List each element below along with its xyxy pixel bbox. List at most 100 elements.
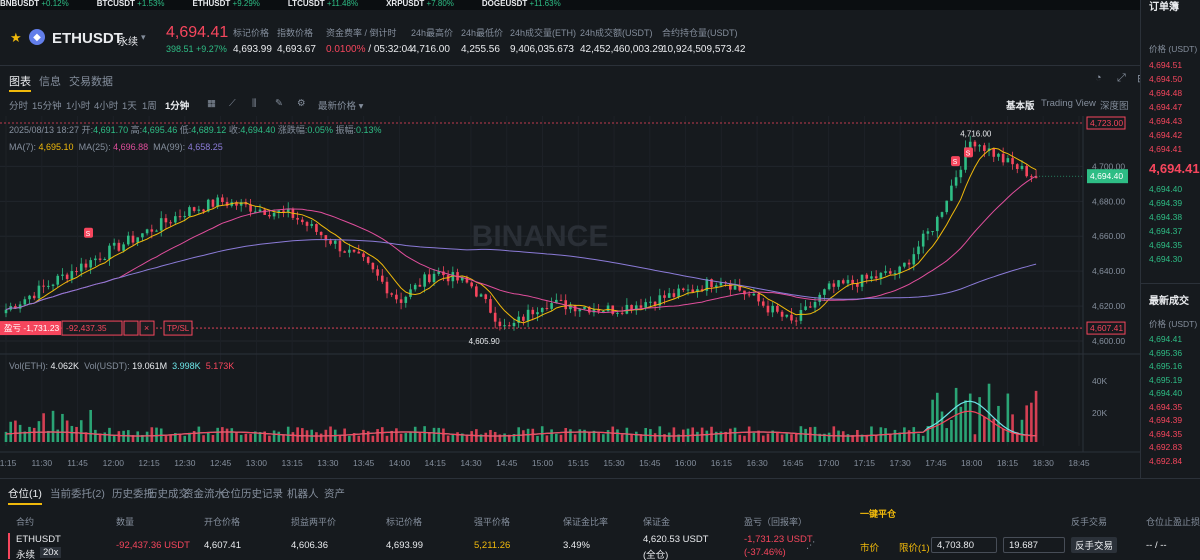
pos-tpsl[interactable]: -- / --: [1146, 540, 1167, 551]
volume-bar: [597, 433, 600, 442]
favorite-star-icon[interactable]: ★: [10, 30, 22, 46]
ask-price[interactable]: 4,694.42: [1149, 130, 1182, 140]
candle-body: [70, 271, 74, 279]
view-depth[interactable]: 深度图: [1100, 98, 1129, 112]
column-header: 保证金: [643, 517, 671, 527]
time-tick: 12:00: [103, 458, 125, 468]
candle-body: [489, 299, 492, 313]
sell-marker-label: S: [86, 231, 91, 238]
volume-bar: [282, 435, 285, 442]
ask-price[interactable]: 4,694.48: [1149, 88, 1182, 98]
limit-price-input[interactable]: 4,703.80: [931, 537, 997, 553]
ticker-item[interactable]: BTCUSDT +1.53%: [97, 0, 179, 8]
ticker-item[interactable]: BNBUSDT +0.12%: [0, 0, 83, 8]
indicator-icon[interactable]: ⟋: [229, 98, 236, 109]
interval-1m[interactable]: 1分钟: [165, 98, 189, 112]
draw-icon[interactable]: ✎: [275, 98, 283, 109]
close-icon-glyph: ×: [144, 323, 149, 333]
ticker-item[interactable]: DOGEUSDT +11.63%: [482, 0, 575, 8]
candle-body: [65, 274, 69, 279]
ticker-item[interactable]: LTCUSDT +11.48%: [288, 0, 372, 8]
fullscreen-icon[interactable]: ⤢: [1117, 72, 1129, 84]
candle-body: [531, 309, 535, 315]
bottom-tab[interactable]: 机器人: [287, 486, 319, 501]
limit-qty-input[interactable]: 19.687: [1003, 537, 1065, 553]
tab-info[interactable]: 信息: [39, 73, 61, 89]
bottom-tab[interactable]: 资金流水: [183, 486, 225, 501]
column-header: 损益两平价: [291, 517, 337, 527]
pos-margin-mode: (全仓): [643, 550, 669, 560]
candle-type-icon[interactable]: ⫼: [252, 98, 256, 109]
bottom-tab[interactable]: 资产: [324, 486, 345, 501]
settings-icon[interactable]: ⚙: [297, 98, 306, 109]
interval-15m[interactable]: 15分钟: [32, 98, 62, 112]
time-tick: 15:45: [639, 458, 661, 468]
candle-body: [625, 304, 629, 314]
candle-body: [870, 276, 873, 279]
volume-bar: [1034, 390, 1038, 442]
pos-symbol[interactable]: ETHUSDT: [16, 534, 61, 545]
kline-svg[interactable]: 4,600.00 4,620.00 4,640.00 4,660.00 4,680.00…: [0, 116, 1140, 468]
interval-1h[interactable]: 1小时: [66, 98, 90, 112]
bell-icon[interactable]: ◔: [1095, 72, 1107, 84]
ask-price[interactable]: 4,694.47: [1149, 102, 1182, 112]
volume-bar: [870, 426, 873, 442]
bid-price[interactable]: 4,694.37: [1149, 226, 1182, 236]
volume-bar: [841, 431, 845, 442]
symbol-name[interactable]: ETHUSDT: [52, 30, 123, 47]
bid-price[interactable]: 4,694.40: [1149, 184, 1182, 194]
time-tick: 18:15: [997, 458, 1019, 468]
candle-body: [545, 307, 549, 309]
ticker-item[interactable]: ETHUSDT +9.29%: [193, 0, 274, 8]
ask-price[interactable]: 4,694.50: [1149, 74, 1182, 84]
volume-bar: [155, 427, 158, 442]
volume-bar: [983, 416, 986, 442]
interval-line[interactable]: 分时: [9, 98, 28, 112]
volume-bar: [1006, 393, 1010, 442]
volume-bar: [917, 433, 920, 442]
tab-chart[interactable]: 图表: [9, 73, 31, 92]
candle-body: [667, 293, 671, 298]
interval-1w[interactable]: 1周: [142, 98, 157, 112]
column-header: 反手交易: [1071, 517, 1108, 527]
limit-close-button[interactable]: 限价(1): [899, 540, 930, 554]
interval-1d[interactable]: 1天: [122, 98, 137, 112]
view-basic[interactable]: 基本版: [1006, 98, 1035, 112]
share-icon[interactable]: ⋰: [806, 540, 816, 551]
pos-qty: -92,437.36 USDT: [116, 540, 190, 551]
ticker-item[interactable]: XRPUSDT +7.80%: [386, 0, 468, 8]
candle-body: [512, 322, 516, 327]
price-type-select[interactable]: 最新价格 ▾: [318, 98, 363, 112]
reverse-button[interactable]: 反手交易: [1071, 537, 1117, 553]
ask-price[interactable]: 4,694.41: [1149, 144, 1182, 154]
market-close-button[interactable]: 市价: [860, 540, 879, 554]
contract-type: 永续: [118, 37, 138, 48]
volume-bar: [672, 427, 676, 442]
chevron-down-icon[interactable]: ▾: [141, 32, 146, 43]
bottom-tab[interactable]: 仓位历史记录: [220, 486, 283, 501]
column-header[interactable]: 一键平仓: [860, 507, 896, 520]
candle-body: [639, 305, 643, 308]
time-tick: 12:15: [138, 458, 160, 468]
candle-body: [423, 274, 426, 287]
bottom-tab[interactable]: 当前委托(2): [50, 486, 105, 501]
candle-body: [959, 169, 963, 178]
candle-body: [898, 266, 901, 274]
calendar-icon[interactable]: ▦: [207, 98, 216, 109]
bid-price[interactable]: 4,694.30: [1149, 254, 1182, 264]
kline-chart[interactable]: 4,600.00 4,620.00 4,640.00 4,660.00 4,680.00…: [0, 116, 1140, 468]
volume-bar: [564, 427, 568, 442]
volume-bar: [696, 431, 699, 442]
bottom-tab[interactable]: 仓位(1): [8, 486, 42, 505]
bid-price[interactable]: 4,694.35: [1149, 240, 1182, 250]
ask-price[interactable]: 4,694.51: [1149, 60, 1182, 70]
pos-leverage[interactable]: 20x: [40, 547, 62, 558]
bid-price[interactable]: 4,694.38: [1149, 212, 1182, 222]
view-tradingview[interactable]: Trading View: [1041, 98, 1096, 109]
bid-price[interactable]: 4,694.39: [1149, 198, 1182, 208]
ask-price[interactable]: 4,694.43: [1149, 116, 1182, 126]
volume-bar: [705, 430, 709, 442]
interval-4h[interactable]: 4小时: [94, 98, 118, 112]
time-tick: 16:45: [782, 458, 804, 468]
tab-trade-data[interactable]: 交易数据: [69, 73, 113, 89]
